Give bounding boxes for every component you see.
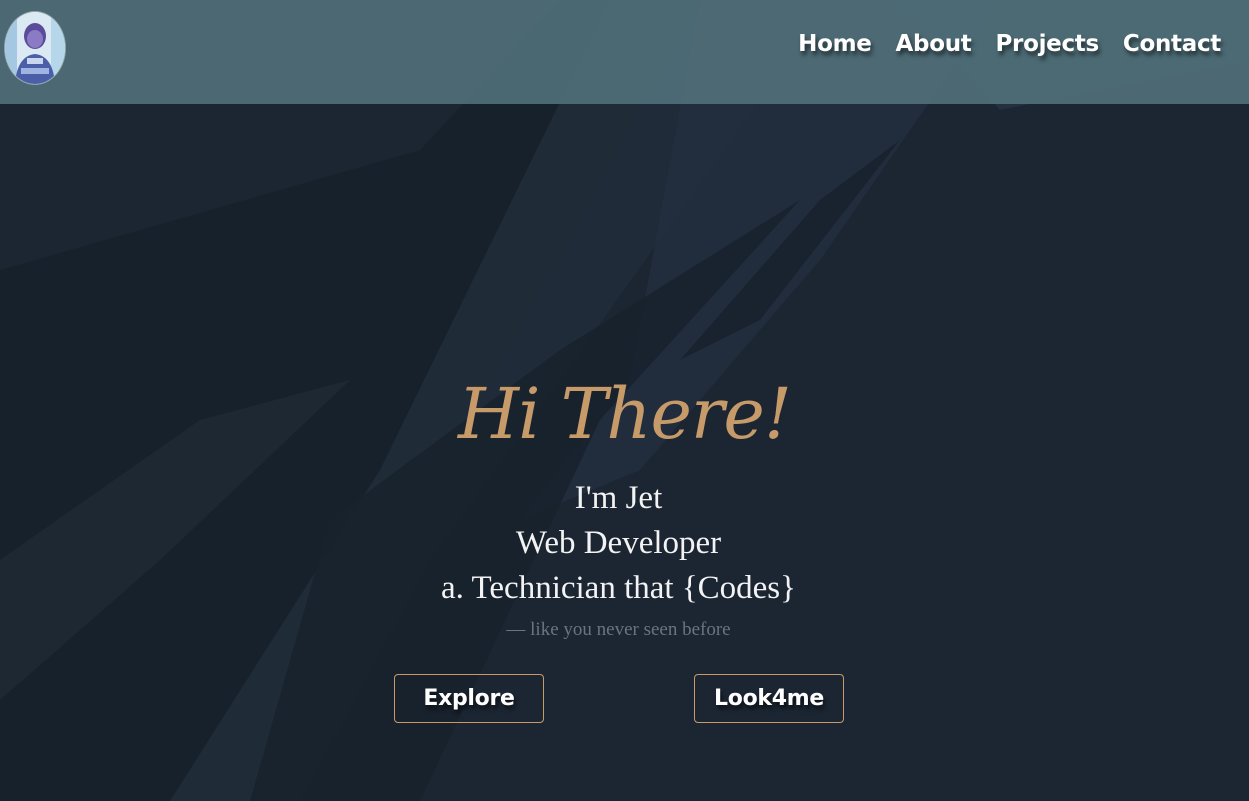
nav-link-contact[interactable]: Contact [1123,31,1221,57]
hero-name-line: I'm Jet [574,480,663,516]
profile-avatar[interactable] [5,12,65,84]
nav-link-home[interactable]: Home [798,31,872,57]
look4me-button[interactable]: Look4me [694,674,844,723]
hero-role-line: Web Developer [515,525,722,561]
hero-title: Hi There! [458,373,792,455]
nav-menu: Home About Projects Contact [798,31,1221,57]
nav-link-about[interactable]: About [896,31,972,57]
hero-section: Hi There! I'm Jet Web Developer a. Techn… [0,104,1249,801]
hero-description-line: a. Technician that {Codes} [441,570,796,606]
avatar-image [5,12,65,84]
hero-tagline: — like you never seen before [506,619,731,640]
top-navbar: Home About Projects Contact [0,0,1249,104]
explore-button[interactable]: Explore [394,674,544,723]
nav-link-projects[interactable]: Projects [995,31,1099,57]
